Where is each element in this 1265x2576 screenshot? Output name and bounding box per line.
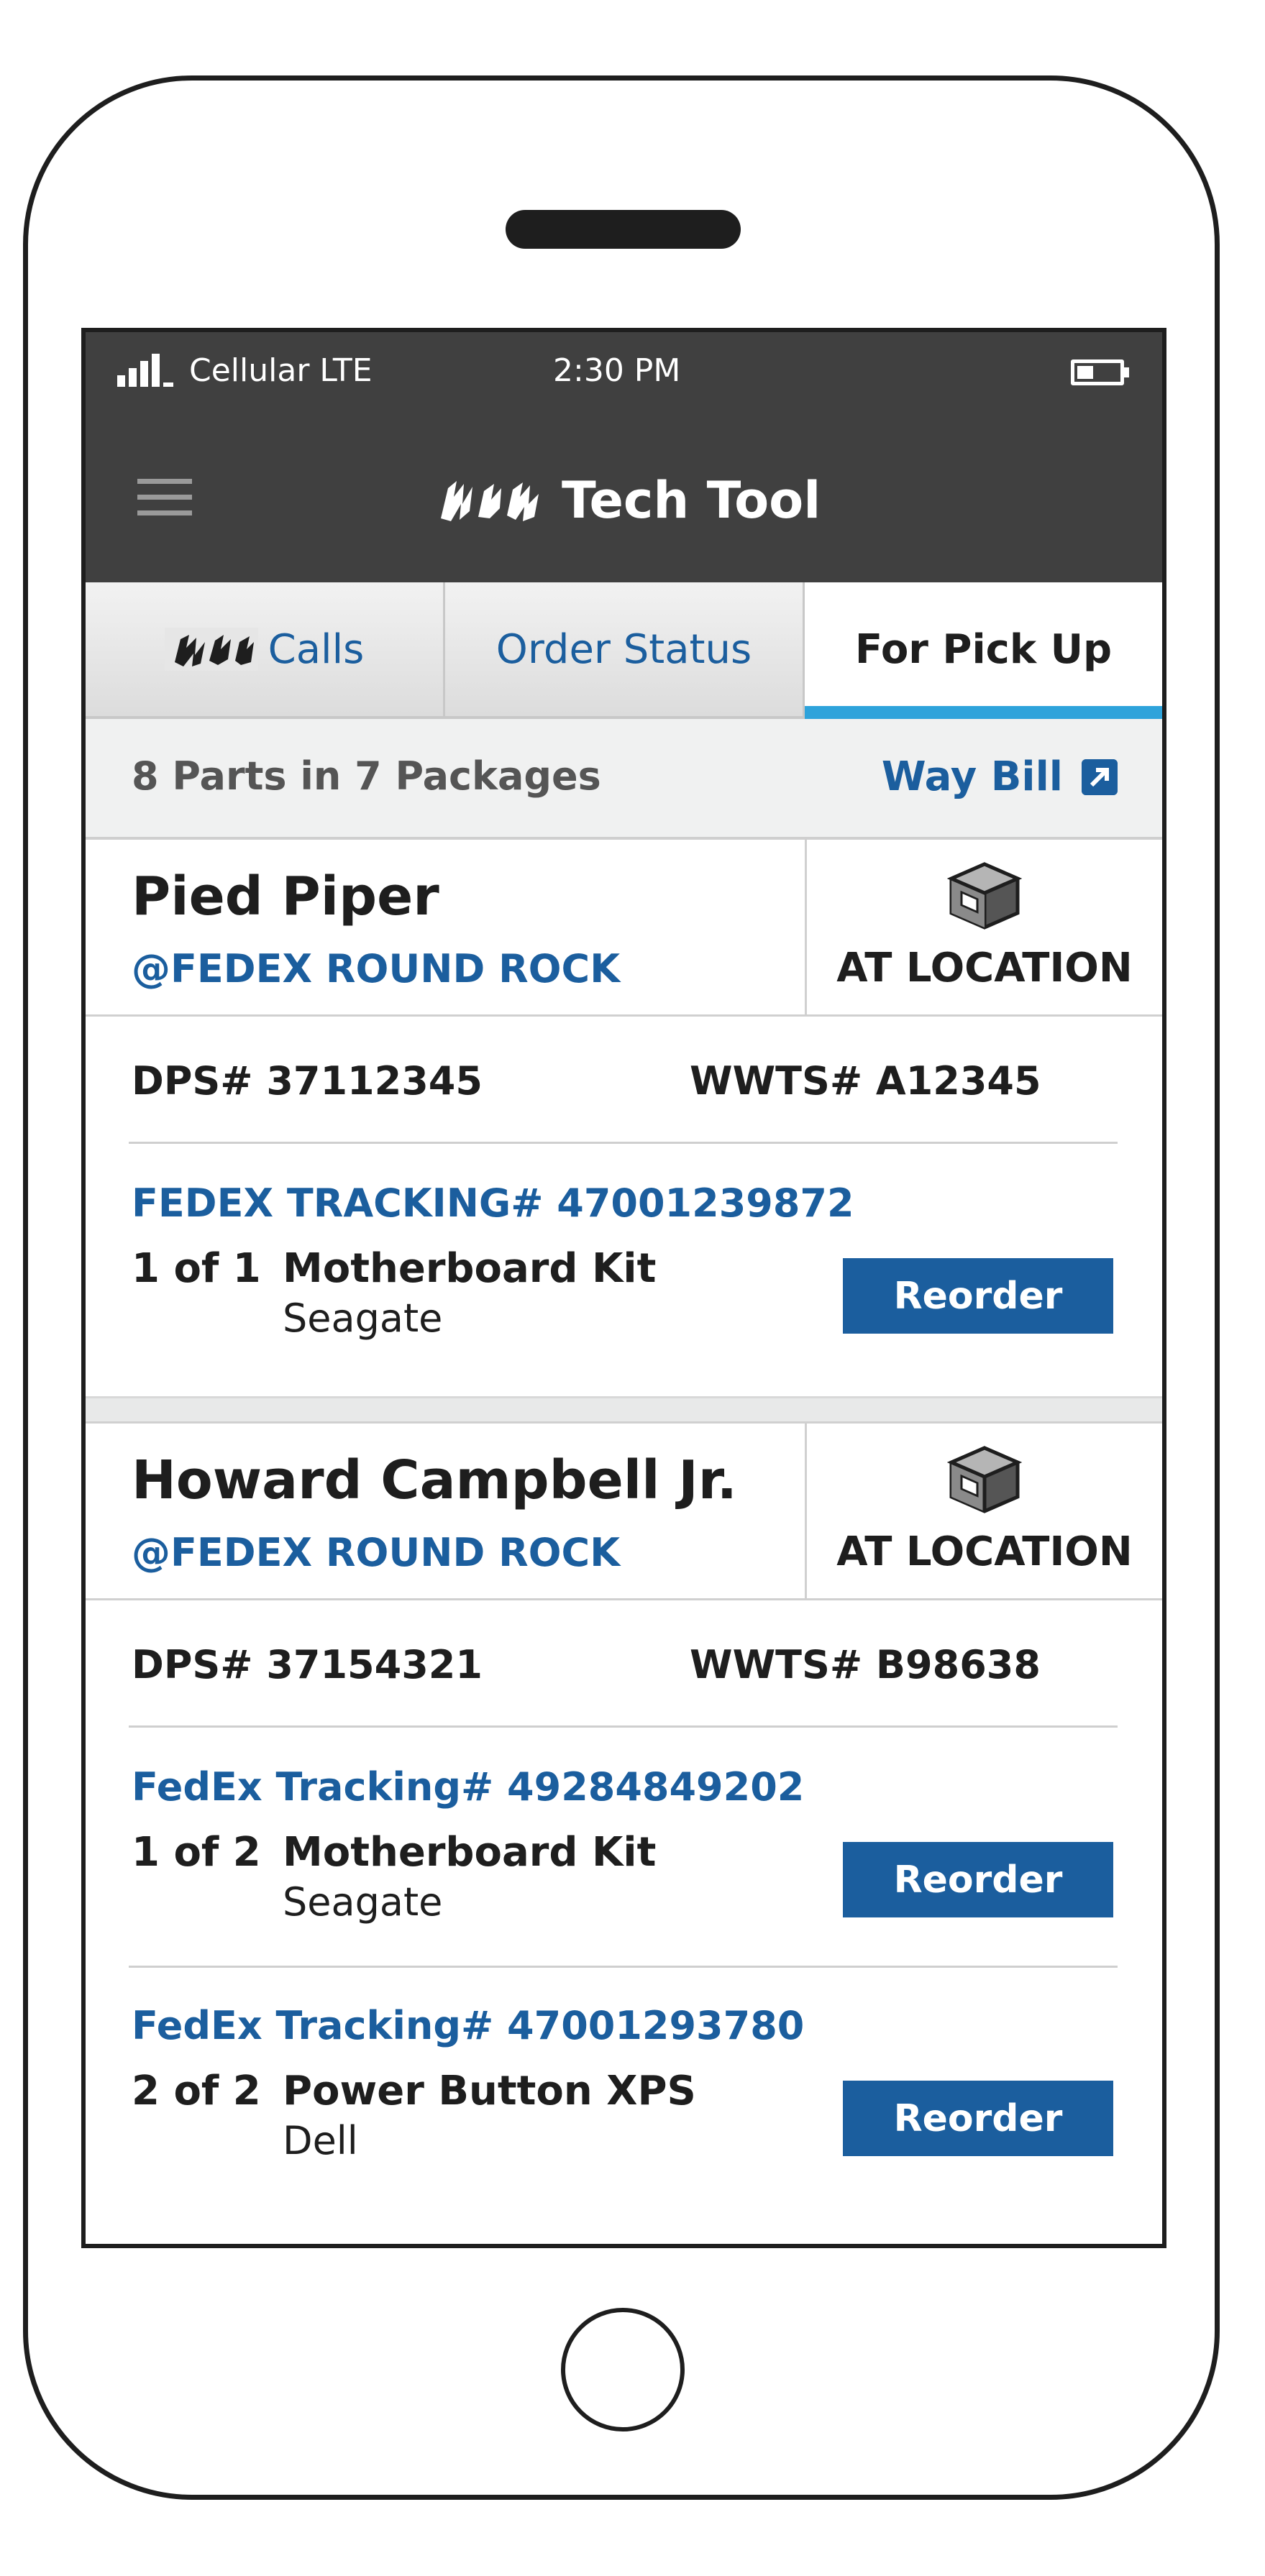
dps-number: DPS# 37112345 [132, 1058, 483, 1104]
hamburger-menu-icon[interactable] [137, 479, 192, 516]
part-vendor: Seagate [283, 1296, 443, 1341]
tab-calls-label: Calls [268, 625, 365, 673]
pickup-card-header: Howard Campbell Jr. @FEDEX ROUND ROCK AT… [86, 1424, 1162, 1600]
part-name: Motherboard Kit [283, 1245, 657, 1292]
pickup-ids: DPS# 37112345 WWTS# A12345 [86, 1017, 1162, 1143]
reorder-button[interactable]: Reorder [843, 1258, 1113, 1334]
tracking-link[interactable]: FedEx Tracking# 49284849202 [132, 1764, 804, 1810]
app-screen: Cellular LTE 2:30 PM Tech Tool Calls Ord… [81, 328, 1166, 2248]
customer-name: Pied Piper [132, 866, 439, 927]
pickup-card: Howard Campbell Jr. @FEDEX ROUND ROCK AT… [86, 1424, 1162, 2244]
pickup-card: Pied Piper @FEDEX ROUND ROCK AT LOCATION… [86, 840, 1162, 1341]
tab-for-pick-up[interactable]: For Pick Up [805, 582, 1162, 719]
item-count: 2 of 2 [132, 2068, 261, 2114]
way-bill-link[interactable]: Way Bill [882, 753, 1118, 800]
customer-name: Howard Campbell Jr. [132, 1449, 737, 1511]
brand-icon [164, 628, 258, 671]
logo-icon [441, 481, 539, 521]
status-bar: Cellular LTE 2:30 PM [86, 332, 1162, 414]
home-button[interactable] [561, 2308, 685, 2431]
reorder-button[interactable]: Reorder [843, 1842, 1113, 1917]
pickup-ids: DPS# 37154321 WWTS# B98638 [86, 1600, 1162, 1727]
app-header: Tech Tool [86, 414, 1162, 582]
status-label: AT LOCATION [836, 1528, 1133, 1575]
way-bill-label: Way Bill [881, 753, 1063, 800]
reorder-button[interactable]: Reorder [843, 2081, 1113, 2156]
item-count: 1 of 1 [132, 1245, 261, 1292]
part-vendor: Dell [283, 2118, 358, 2163]
app-title: Tech Tool [562, 471, 821, 530]
wwts-number: WWTS# A12345 [690, 1058, 1041, 1104]
package-icon [947, 1446, 1022, 1513]
pickup-status: AT LOCATION [805, 840, 1162, 1014]
pickup-status: AT LOCATION [805, 1424, 1162, 1598]
tab-order-status[interactable]: Order Status [445, 582, 805, 716]
tab-for-pick-up-label: For Pick Up [854, 625, 1113, 673]
package-icon [947, 862, 1022, 930]
part-name: Power Button XPS [283, 2068, 696, 2114]
dps-number: DPS# 37154321 [132, 1642, 483, 1687]
tab-bar: Calls Order Status For Pick Up [86, 582, 1162, 719]
tab-calls[interactable]: Calls [86, 582, 445, 716]
part-item: FedEx Tracking# 49284849202 1 of 2 Mothe… [86, 1727, 1162, 1966]
battery-icon [1071, 359, 1129, 385]
signal-icon [117, 354, 175, 387]
pickup-location[interactable]: @FEDEX ROUND ROCK [132, 1530, 620, 1575]
part-item: FEDEX TRACKING# 47001239872 1 of 1 Mothe… [86, 1143, 1162, 1382]
item-count: 1 of 2 [132, 1829, 261, 1876]
card-separator [86, 1396, 1162, 1424]
status-label: AT LOCATION [836, 945, 1133, 991]
brand: Tech Tool [438, 464, 821, 536]
part-vendor: Seagate [283, 1879, 443, 1925]
carrier-label: Cellular LTE [189, 352, 373, 389]
part-name: Motherboard Kit [283, 1829, 657, 1876]
tracking-link[interactable]: FedEx Tracking# 47001293780 [132, 2003, 804, 2048]
summary-bar: 8 Parts in 7 Packages Way Bill [86, 719, 1162, 840]
clock: 2:30 PM [553, 352, 681, 389]
tracking-link[interactable]: FEDEX TRACKING# 47001239872 [132, 1181, 854, 1226]
wwts-number: WWTS# B98638 [690, 1642, 1041, 1687]
phone-speaker [506, 210, 741, 249]
part-item: FedEx Tracking# 47001293780 2 of 2 Power… [86, 1966, 1162, 2204]
pickup-location[interactable]: @FEDEX ROUND ROCK [132, 946, 620, 991]
external-link-icon [1082, 758, 1118, 795]
parts-summary: 8 Parts in 7 Packages [132, 753, 601, 799]
tab-order-status-label: Order Status [496, 625, 752, 673]
pickup-card-header: Pied Piper @FEDEX ROUND ROCK AT LOCATION [86, 840, 1162, 1017]
